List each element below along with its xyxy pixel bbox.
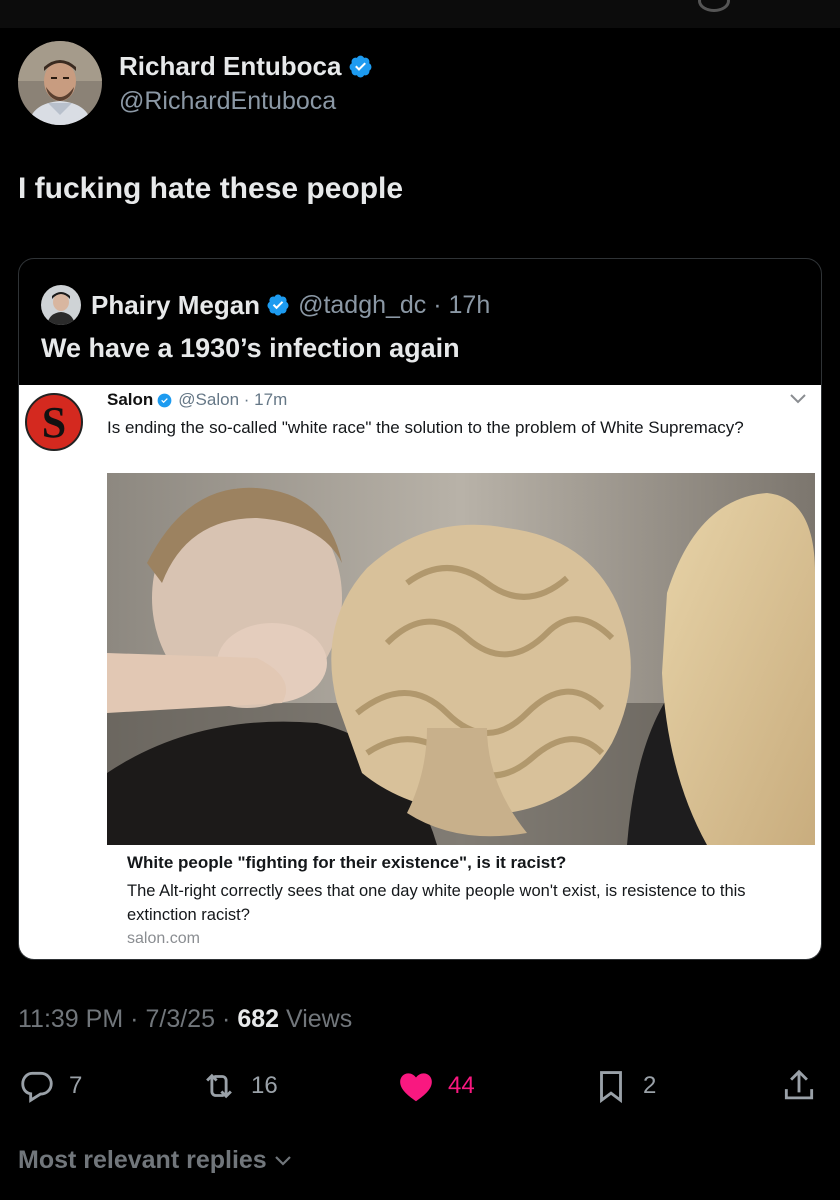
repost-button[interactable]: 16 — [200, 1058, 278, 1114]
status-indicator-icon — [698, 0, 730, 12]
heart-icon — [400, 1073, 432, 1102]
status-bar — [0, 0, 840, 28]
quoted-tweet[interactable]: Phairy Megan @tadgh_dc · 17h We have a 1… — [18, 258, 822, 960]
repost-icon — [206, 1073, 232, 1099]
reply-icon — [21, 1071, 53, 1103]
views-label: Views — [286, 1005, 353, 1033]
tweet-meta: 11:39 PM · 7/3/25 · 682 Views — [18, 1005, 353, 1034]
svg-text:S: S — [42, 398, 66, 447]
tweet-actions: 7 16 44 2 — [0, 1058, 840, 1114]
embedded-author-handle: @Salon · 17m — [178, 390, 288, 409]
tweet-date: 7/3/25 — [145, 1005, 215, 1033]
verified-badge-icon — [350, 55, 372, 77]
article-domain: salon.com — [127, 930, 200, 943]
embedded-screenshot[interactable]: S Salon @Salon · 17m Is ending the so-ca… — [19, 385, 821, 959]
author-avatar[interactable] — [18, 41, 102, 125]
replies-sort-dropdown[interactable]: Most relevant replies — [18, 1146, 293, 1175]
reply-button[interactable]: 7 — [18, 1058, 82, 1114]
article-description: The Alt-right correctly sees that one da… — [127, 882, 746, 924]
tweet-time: 11:39 PM — [18, 1005, 124, 1033]
tweet-author[interactable]: Richard Entuboca @RichardEntuboca — [18, 40, 373, 126]
quoted-tweet-text: We have a 1930’s infection again — [41, 333, 460, 363]
reply-count: 7 — [69, 1072, 83, 1099]
quoted-tweet-header: Phairy Megan @tadgh_dc · 17h — [41, 285, 490, 325]
like-button[interactable]: 44 — [397, 1058, 475, 1114]
bookmark-icon — [600, 1071, 622, 1104]
chevron-down-icon — [274, 1155, 291, 1166]
author-names: Richard Entuboca @RichardEntuboca — [119, 51, 373, 116]
article-image — [107, 473, 815, 845]
verified-badge-icon — [157, 393, 172, 407]
quoted-author-avatar[interactable] — [41, 285, 81, 325]
replies-sort-label: Most relevant replies — [18, 1146, 267, 1174]
quoted-author-name[interactable]: Phairy Megan — [91, 290, 260, 321]
author-handle[interactable]: @RichardEntuboca — [119, 87, 373, 116]
article-card-text: White people "fighting for their existen… — [127, 851, 787, 943]
author-name[interactable]: Richard Entuboca — [119, 51, 341, 82]
tweet-text: I fucking hate these people — [18, 172, 404, 205]
verified-badge-icon — [267, 294, 289, 316]
embedded-author-name: Salon — [107, 390, 154, 409]
share-icon — [784, 1069, 814, 1100]
bookmark-count: 2 — [643, 1072, 657, 1099]
views-count[interactable]: 682 — [237, 1005, 279, 1034]
share-button[interactable] — [780, 1058, 818, 1114]
chevron-down-icon — [790, 394, 806, 404]
quoted-author-handle[interactable]: @tadgh_dc · 17h — [298, 291, 490, 320]
like-count: 44 — [448, 1072, 475, 1099]
embedded-tweet-header: Salon @Salon · 17m — [107, 390, 287, 410]
article-title: White people "fighting for their existen… — [127, 853, 567, 872]
quoted-time: 17h — [448, 290, 491, 319]
repost-count: 16 — [251, 1072, 278, 1099]
salon-logo: S — [25, 393, 83, 451]
bookmark-button[interactable]: 2 — [592, 1058, 656, 1114]
embedded-tweet-text: Is ending the so-called "white race" the… — [107, 418, 744, 437]
